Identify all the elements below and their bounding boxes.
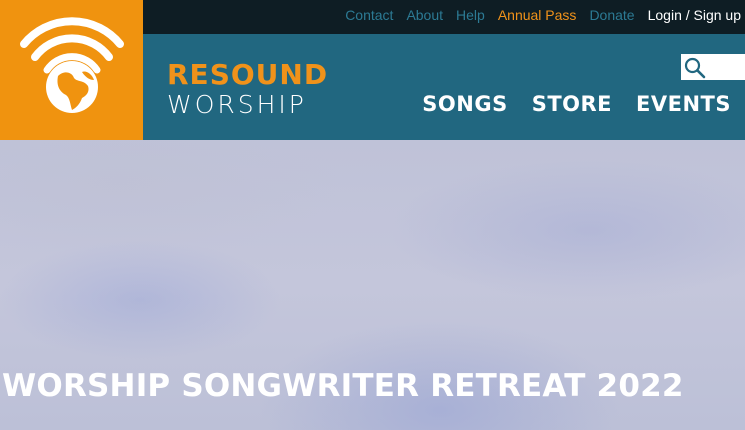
donate-link[interactable]: Donate bbox=[589, 7, 634, 23]
nav-store[interactable]: STORE bbox=[532, 92, 612, 116]
search-box bbox=[681, 54, 745, 80]
search-input[interactable] bbox=[707, 56, 741, 76]
globe-broadcast-icon bbox=[20, 17, 124, 113]
contact-link[interactable]: Contact bbox=[345, 7, 393, 23]
logo[interactable] bbox=[0, 0, 143, 140]
nav-songs[interactable]: SONGS bbox=[422, 92, 507, 116]
login-signup-link[interactable]: Login / Sign up bbox=[648, 7, 741, 23]
brand-wordmark: RESOUND WORSHIP bbox=[167, 60, 328, 120]
brand-line-1: RESOUND bbox=[167, 58, 329, 91]
hero-title: WORSHIP SONGWRITER RETREAT 2022 bbox=[2, 368, 684, 404]
utility-nav: Contact About Help Annual Pass Donate Lo… bbox=[332, 0, 741, 29]
main-nav: SONGS STORE EVENTS bbox=[398, 92, 731, 116]
nav-events[interactable]: EVENTS bbox=[636, 92, 731, 116]
search-icon[interactable] bbox=[684, 57, 706, 79]
brand-line-2: WORSHIP bbox=[167, 90, 307, 119]
help-link[interactable]: Help bbox=[456, 7, 485, 23]
annual-pass-link[interactable]: Annual Pass bbox=[498, 7, 577, 23]
hero-banner: WORSHIP SONGWRITER RETREAT 2022 bbox=[0, 140, 745, 430]
about-link[interactable]: About bbox=[406, 7, 443, 23]
